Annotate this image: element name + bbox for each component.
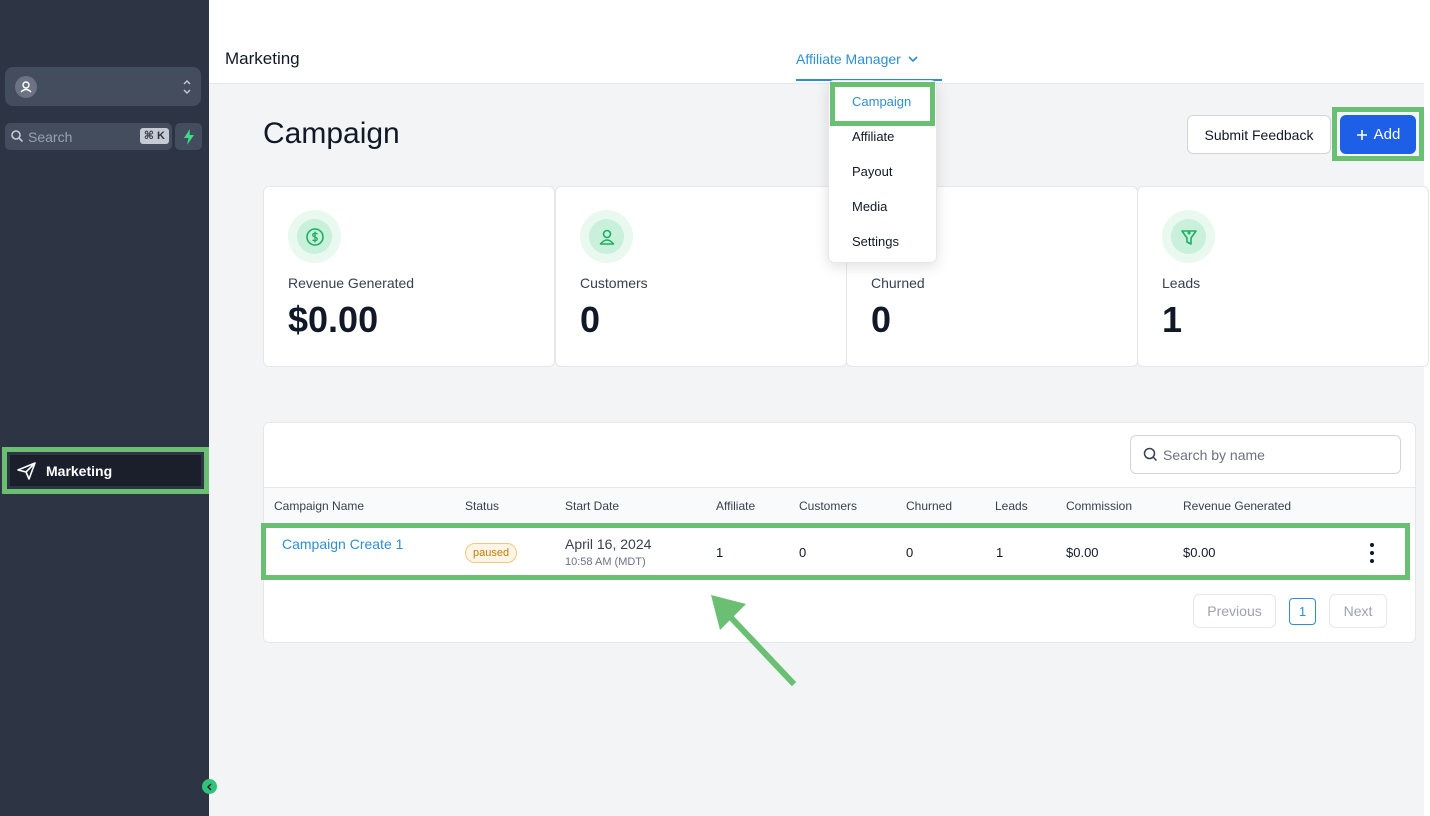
column-header[interactable]: Customers <box>799 499 857 513</box>
stat-label: Leads <box>1162 275 1201 291</box>
menu-item-payout[interactable]: Payout <box>852 164 892 179</box>
add-button-label: Add <box>1373 126 1401 143</box>
sidebar: Search ⌘ K Marketing <box>0 0 209 816</box>
chevron-left-icon <box>206 783 211 790</box>
status-badge: paused <box>465 543 518 563</box>
sidebar-item-label: Marketing <box>46 462 113 479</box>
next-page-button[interactable]: Next <box>1329 594 1387 628</box>
section-title: Marketing <box>225 49 300 68</box>
plus-icon <box>1356 129 1367 140</box>
account-switcher[interactable] <box>5 67 201 106</box>
stat-card-revenue: Revenue Generated $0.00 <box>263 186 555 367</box>
sidebar-item-marketing[interactable]: Marketing <box>10 455 201 486</box>
customers-count: 0 <box>799 545 807 560</box>
right-gutter <box>1424 0 1430 816</box>
start-time: 10:58 AM (MDT) <box>565 556 646 568</box>
menu-item-media[interactable]: Media <box>852 199 887 214</box>
stat-icon-bg <box>1162 210 1215 263</box>
column-header[interactable]: Start Date <box>565 499 619 513</box>
campaign-name-link[interactable]: Campaign Create 1 <box>282 535 412 554</box>
funnel-icon <box>1180 229 1197 245</box>
submit-feedback-button[interactable]: Submit Feedback <box>1187 115 1331 154</box>
stat-icon-bg <box>288 210 341 263</box>
column-header[interactable]: Revenue Generated <box>1183 499 1291 513</box>
revenue-value: $0.00 <box>1183 545 1216 560</box>
previous-page-button[interactable]: Previous <box>1193 594 1276 628</box>
stat-value: $0.00 <box>288 299 379 340</box>
chevron-updown-icon <box>183 80 191 94</box>
top-header: Marketing Affiliate Manager <box>209 0 1424 84</box>
add-button[interactable]: Add <box>1340 115 1416 154</box>
column-header[interactable]: Commission <box>1066 499 1132 513</box>
stat-card-customers: Customers 0 <box>555 186 847 367</box>
search-placeholder: Search by name <box>1163 447 1265 463</box>
column-header[interactable]: Campaign Name <box>274 499 364 513</box>
search-icon <box>1143 447 1158 462</box>
start-date: April 16, 2024 <box>565 536 652 552</box>
tab-label: Affiliate Manager <box>796 51 901 67</box>
page-title: Campaign <box>263 117 400 150</box>
leads-count: 1 <box>996 545 1004 560</box>
account-avatar-icon <box>15 76 37 98</box>
user-icon <box>599 229 614 245</box>
bolt-icon <box>183 128 194 145</box>
sidebar-collapse-button[interactable] <box>202 779 217 794</box>
stat-card-leads: Leads 1 <box>1137 186 1429 367</box>
quick-action-button[interactable] <box>175 123 202 150</box>
affiliate-count: 1 <box>716 545 724 560</box>
menu-item-affiliate[interactable]: Affiliate <box>852 129 894 144</box>
table-row-highlight <box>261 523 1410 580</box>
stat-label: Customers <box>580 275 648 291</box>
page-number-button[interactable]: 1 <box>1289 598 1316 625</box>
shortcut-badge: ⌘ K <box>139 128 169 144</box>
stat-value: 1 <box>1162 299 1183 340</box>
annotation-arrow-icon <box>711 595 797 687</box>
send-icon <box>17 461 37 480</box>
churned-count: 0 <box>906 545 914 560</box>
commission-value: $0.00 <box>1066 545 1099 560</box>
column-header[interactable]: Status <box>465 499 499 513</box>
sidebar-item-highlight: Marketing <box>2 447 209 494</box>
dollar-icon <box>305 227 324 246</box>
tab-affiliate-manager[interactable]: Affiliate Manager <box>796 51 919 67</box>
column-header[interactable]: Affiliate <box>716 499 755 513</box>
stat-value: 0 <box>871 299 892 340</box>
chevron-down-icon <box>908 56 918 63</box>
table-search-input[interactable]: Search by name <box>1130 435 1401 474</box>
column-header[interactable]: Leads <box>995 499 1028 513</box>
search-icon <box>11 130 24 143</box>
row-actions-menu-icon[interactable] <box>1365 543 1379 563</box>
stat-label: Revenue Generated <box>288 275 415 291</box>
sidebar-search-label: Search <box>28 129 73 145</box>
column-header[interactable]: Churned <box>906 499 952 513</box>
stat-label: Churned <box>871 275 925 291</box>
menu-item-settings[interactable]: Settings <box>852 234 899 249</box>
stat-icon-bg <box>580 210 633 263</box>
stat-value: 0 <box>580 299 601 340</box>
sidebar-search[interactable]: Search ⌘ K <box>5 123 172 150</box>
menu-item-highlight <box>830 82 935 126</box>
table-header: Campaign Name Status Start Date Affiliat… <box>264 487 1415 525</box>
